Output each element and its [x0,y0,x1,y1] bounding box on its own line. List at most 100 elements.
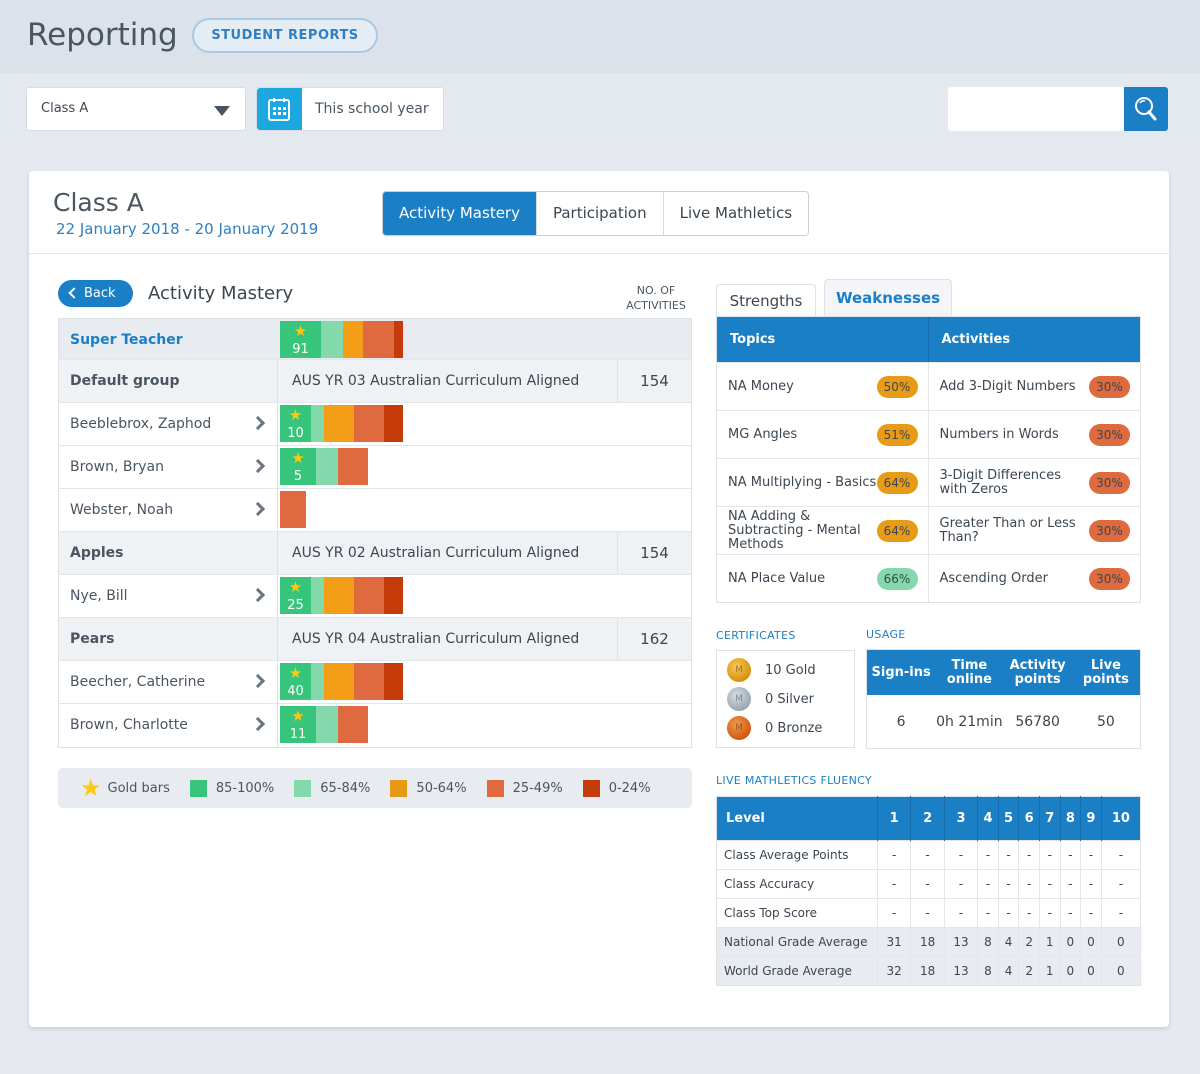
student-row[interactable]: Beecher, Catherine ★ 40 [59,661,691,704]
fluency-row: Class Accuracy - - - - - - - - - - [716,869,1141,899]
legend-swatch [189,779,207,797]
topic-cell[interactable]: NA Multiplying - Basics 64% [717,459,929,506]
fluency-value: - [1060,869,1082,899]
student-row[interactable]: Nye, Bill ★ 25 [59,575,691,618]
usage-value: 0h 21min [936,713,1003,730]
usage-value: 56780 [1015,713,1060,730]
tab-live-mathletics[interactable]: Live Mathletics [663,192,809,235]
chevron-right-icon[interactable] [250,587,266,603]
segment-85-100: ★ 5 [280,448,316,485]
usage-header-cell: Sign-ins [871,664,931,680]
activity-cell[interactable]: 3-Digit Differences with Zeros 30% [929,459,1141,506]
student-row[interactable]: Beeblebrox, Zaphod ★ 10 [59,403,691,446]
fluency-value: - [1018,840,1040,870]
student-name: Webster, Noah [59,489,278,531]
chevron-left-icon [68,287,80,299]
fluency-value: - [944,898,979,928]
student-row[interactable]: Webster, Noah [59,489,691,532]
back-button[interactable]: Back [58,280,133,307]
fluency-value: - [998,898,1020,928]
student-row[interactable]: Brown, Charlotte ★ 11 [59,704,691,747]
student-row[interactable]: Brown, Bryan ★ 5 [59,446,691,489]
top-bar [0,0,1200,73]
activity-percent-badge: 30% [1089,471,1130,494]
fluency-value: - [1080,869,1102,899]
date-range-picker[interactable]: This school year [256,87,444,131]
mastery-bar-cell: ★ 91 [278,319,691,359]
usage-table: Sign-ins Time online Activity points Live p… [866,649,1141,749]
certificate-count: 0 Bronze [765,720,823,736]
fluency-value: - [1080,840,1102,870]
fluency-value: 1 [1039,927,1061,957]
legend-swatch [486,779,504,797]
fluency-row: World Grade Average 32 18 13 8 4 2 1 0 0 0 [716,956,1141,986]
tab-weaknesses[interactable]: Weaknesses [824,279,952,316]
chevron-right-icon[interactable] [250,501,266,517]
group-row: Apples AUS YR 02 Australian Curriculum Al… [59,532,691,575]
fluency-value: - [977,840,999,870]
search-button[interactable] [1124,87,1168,131]
level-2: 2 [910,796,945,841]
topic-cell[interactable]: MG Angles 51% [717,411,929,458]
fluency-value: 8 [977,956,999,986]
mastery-bar-cell: ★ 40 [278,661,691,703]
chevron-right-icon[interactable] [250,458,266,474]
activity-cell[interactable]: Greater Than or Less Than? 30% [929,507,1141,554]
fluency-value: - [1018,898,1040,928]
star-icon: ★ [293,322,308,340]
mastery-bar[interactable]: ★ 25 [280,577,403,614]
level-1: 1 [877,796,912,841]
search-box [948,87,1168,131]
chevron-right-icon[interactable] [250,716,266,732]
curriculum-name: AUS YR 02 Australian Curriculum Aligned [278,532,618,574]
segment-85-100: ★ 91 [280,321,321,358]
search-input[interactable] [948,87,1124,131]
chevron-right-icon[interactable] [250,673,266,689]
fluency-value: - [877,869,912,899]
card-header: Class A 22 January 2018 - 20 January 201… [29,171,1169,254]
activity-name: Add 3-Digit Numbers [939,378,1076,394]
activity-cell[interactable]: Numbers in Words 30% [929,411,1141,458]
topic-cell[interactable]: NA Adding & Subtracting - Mental Methods… [717,507,929,554]
activities-count-header: NO. OF ACTIVITIES [626,284,686,312]
tab-strengths[interactable]: Strengths [716,284,816,316]
tab-participation[interactable]: Participation [536,192,664,235]
topic-name: NA Place Value [728,570,826,586]
fluency-value: 18 [910,927,945,957]
mastery-bar[interactable]: ★ 10 [280,405,403,442]
topic-percent-badge: 64% [876,519,918,542]
row-name: Brown, Bryan [70,459,164,475]
fluency-label: LIVE MATHLETICS FLUENCY [716,774,872,787]
fluency-value: 0 [1080,927,1102,957]
topic-cell[interactable]: NA Place Value 66% [717,555,929,602]
segment-65-84 [311,663,324,700]
tab-activity-mastery[interactable]: Activity Mastery [383,192,537,235]
activity-cell[interactable]: Add 3-Digit Numbers 30% [929,363,1141,410]
certificate-count: 0 Silver [765,691,814,707]
mastery-bar[interactable]: ★ 5 [280,448,368,485]
gold-bars-count: 91 [292,342,309,357]
calendar-icon [257,88,302,130]
activity-cell[interactable]: Ascending Order 30% [929,555,1141,602]
usage-values: 6 0h 21min 56780 50 [867,695,1140,748]
fluency-row-label: National Grade Average [716,927,878,957]
segment-65-84 [321,321,343,358]
legend-label: 0-24% [608,780,651,796]
activities-count: 154 [640,372,669,390]
chevron-right-icon[interactable] [250,415,266,431]
topic-cell[interactable]: NA Money 50% [717,363,929,410]
class-dropdown[interactable]: Class A [26,87,246,131]
student-reports-button[interactable]: STUDENT REPORTS [192,18,378,53]
weakness-row: NA Adding & Subtracting - Mental Methods… [717,506,1140,554]
curriculum-name: AUS YR 04 Australian Curriculum Aligned [278,618,618,660]
level-4: 4 [977,796,999,841]
mastery-bar[interactable]: ★ 91 [280,321,403,358]
legend-swatch [582,779,600,797]
mastery-bar[interactable] [280,491,306,528]
fluency-value: 4 [998,956,1020,986]
level-header: Level [716,796,878,841]
mastery-bar[interactable]: ★ 11 [280,706,368,743]
weaknesses-table: Topics Activities NA Money 50% Add 3-Digit… [716,316,1141,603]
mastery-bar[interactable]: ★ 40 [280,663,403,700]
mastery-bar-cell: ★ 10 [278,403,691,445]
